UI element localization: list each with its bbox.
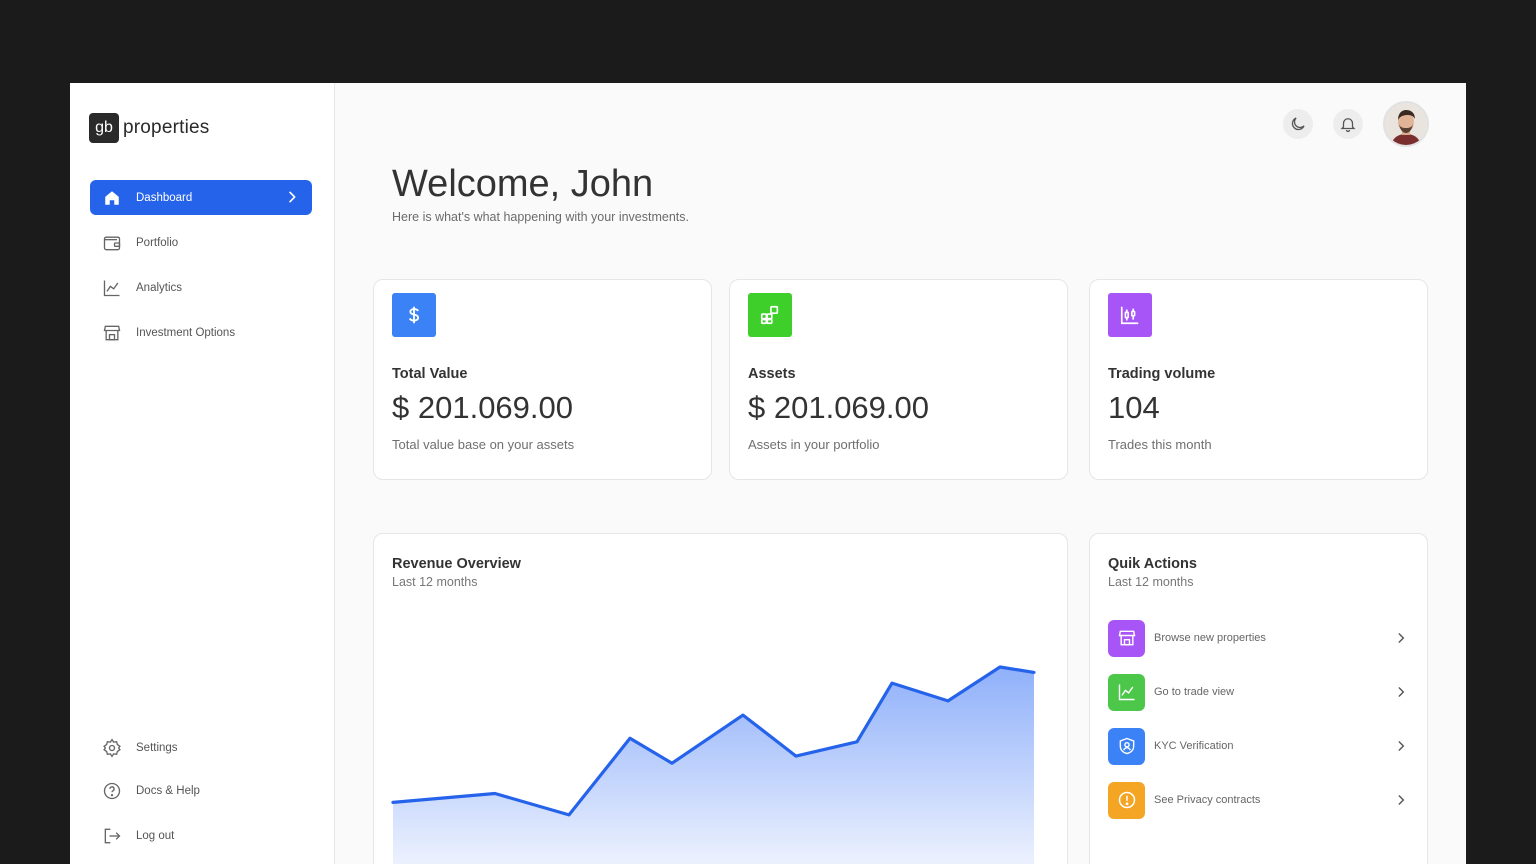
sidebar-item-label: Settings — [136, 741, 178, 754]
sidebar-item-label: Log out — [136, 829, 175, 842]
stat-title: Trading volume — [1108, 366, 1216, 382]
home-icon — [102, 188, 122, 208]
grid-icon — [748, 293, 792, 337]
sidebar-item-settings[interactable]: Settings — [90, 730, 312, 765]
brand-logo[interactable]: gb properties — [89, 113, 210, 143]
quick-action-privacy-contracts[interactable]: See Privacy contracts — [1108, 781, 1408, 819]
quick-action-label: Go to trade view — [1154, 686, 1235, 698]
alert-icon — [1108, 781, 1145, 819]
quick-actions-subtitle: Last 12 months — [1108, 575, 1194, 589]
wallet-icon — [102, 233, 122, 253]
quick-action-trade-view[interactable]: Go to trade view — [1108, 673, 1408, 711]
chevron-right-icon — [1394, 793, 1408, 807]
stat-subtitle: Total value base on your assets — [392, 437, 575, 452]
shield-user-icon — [1108, 727, 1145, 765]
quick-action-kyc-verification[interactable]: KYC Verification — [1108, 727, 1408, 765]
sidebar-item-logout[interactable]: Log out — [90, 818, 312, 853]
sidebar-item-label: Docs & Help — [136, 784, 200, 797]
theme-toggle-button[interactable] — [1283, 109, 1313, 139]
quick-action-browse-properties[interactable]: Browse new properties — [1108, 619, 1408, 657]
sidebar-item-portfolio[interactable]: Portfolio — [90, 225, 312, 260]
quick-actions-title: Quik Actions — [1108, 556, 1197, 572]
quick-actions-card: Quik Actions Last 12 months Browse new p… — [1089, 533, 1428, 864]
sidebar-item-label: Dashboard — [136, 191, 193, 204]
store-icon — [1108, 619, 1145, 657]
store-icon — [102, 323, 122, 343]
brand-mark: gb — [89, 113, 119, 143]
chevron-right-icon — [284, 189, 300, 205]
stat-value: $ 201.069.00 — [748, 390, 930, 425]
chevron-right-icon — [1394, 739, 1408, 753]
gear-icon — [102, 737, 122, 758]
chevron-right-icon — [1394, 685, 1408, 699]
sidebar-item-analytics[interactable]: Analytics — [90, 270, 312, 305]
page-title: Welcome, John — [392, 163, 654, 205]
sidebar-item-investment-options[interactable]: Investment Options — [90, 315, 312, 350]
app-window: gb properties Dashboard Portfolio Analyt… — [70, 83, 1466, 864]
stat-subtitle: Trades this month — [1108, 437, 1212, 452]
help-icon — [102, 781, 122, 801]
quick-action-label: KYC Verification — [1154, 740, 1234, 752]
quick-action-label: See Privacy contracts — [1154, 794, 1261, 806]
stat-card-trading-volume: Trading volume 104 Trades this month — [1089, 279, 1428, 480]
sidebar-item-label: Investment Options — [136, 326, 236, 339]
sidebar-item-label: Analytics — [136, 281, 183, 294]
chart-icon — [102, 278, 122, 298]
stat-title: Total Value — [392, 366, 468, 382]
stat-title: Assets — [748, 366, 796, 382]
revenue-overview-card: Revenue Overview Last 12 months — [373, 533, 1068, 864]
logout-icon — [102, 826, 122, 846]
stat-card-assets: Assets $ 201.069.00 Assets in your portf… — [729, 279, 1068, 480]
stat-value: $ 201.069.00 — [392, 390, 574, 425]
bell-icon — [1339, 115, 1357, 133]
avatar[interactable] — [1383, 101, 1429, 147]
sidebar: gb properties Dashboard Portfolio Analyt… — [70, 83, 335, 864]
sidebar-item-dashboard[interactable]: Dashboard — [90, 180, 312, 215]
stat-card-total-value: Total Value $ 201.069.00 Total value bas… — [373, 279, 712, 480]
quick-action-label: Browse new properties — [1154, 632, 1266, 644]
sidebar-item-label: Portfolio — [136, 236, 179, 249]
moon-icon — [1289, 115, 1307, 133]
candles-icon — [1108, 293, 1152, 337]
brand-name: properties — [123, 117, 210, 138]
dollar-icon — [392, 293, 436, 337]
chevron-right-icon — [1394, 631, 1408, 645]
notifications-button[interactable] — [1333, 109, 1363, 139]
stat-value: 104 — [1108, 390, 1160, 425]
sidebar-item-docs-help[interactable]: Docs & Help — [90, 773, 312, 808]
page-subtitle: Here is what's what happening with your … — [392, 210, 689, 224]
stat-subtitle: Assets in your portfolio — [748, 437, 880, 452]
chart-icon — [1108, 673, 1145, 711]
revenue-chart — [391, 665, 1036, 864]
